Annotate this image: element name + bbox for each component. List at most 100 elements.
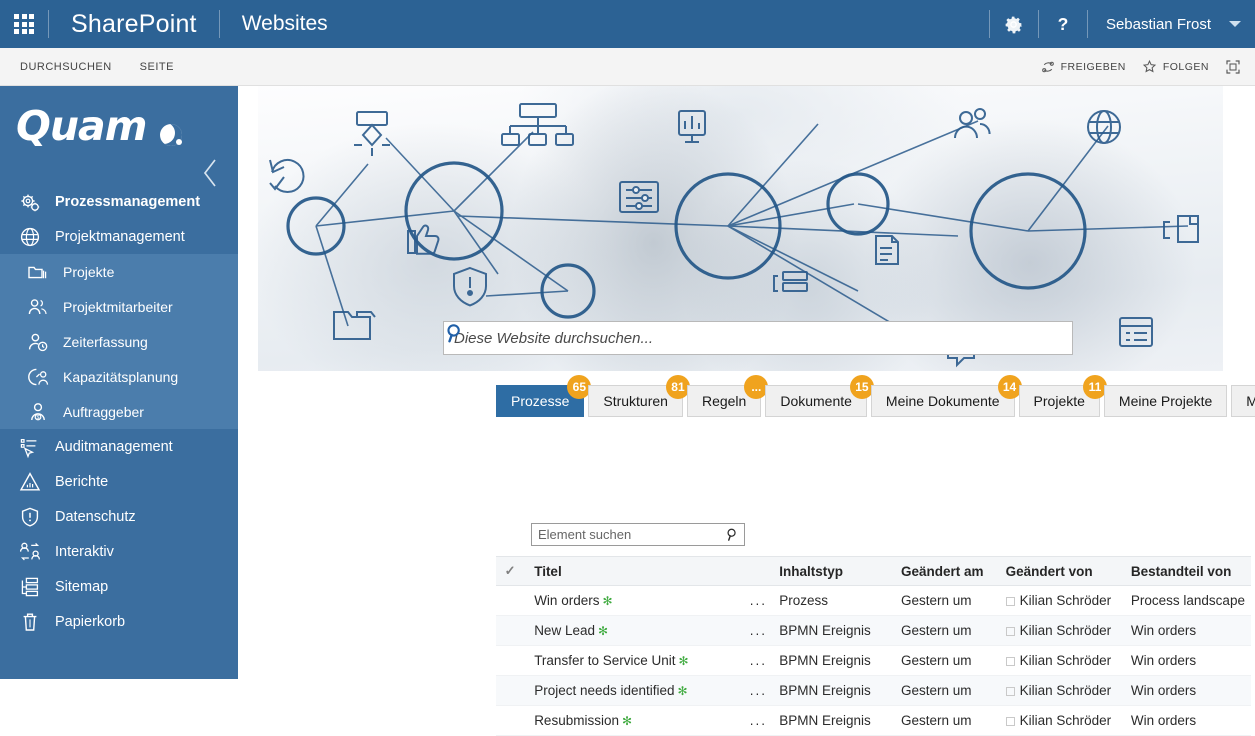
row-actions-button[interactable]: ... (743, 645, 774, 676)
sidebar-item-sitemap[interactable]: Sitemap (0, 569, 238, 604)
presence-indicator-icon (1005, 716, 1015, 726)
row-modified-by[interactable]: Kilian Schröder (1020, 653, 1112, 668)
site-search-input[interactable] (444, 322, 1034, 354)
column-header-titel[interactable]: Titel (524, 556, 744, 586)
table-row[interactable]: Transfer to Service Unit ✻... BPMN Ereigni… (496, 645, 1251, 676)
row-select-cell[interactable] (496, 645, 525, 676)
ribbon-tab-browse[interactable]: DURCHSUCHEN (6, 61, 126, 73)
follow-button[interactable]: FOLGEN (1142, 59, 1209, 74)
tab-projekte[interactable]: Projekte 11 (1018, 375, 1107, 417)
svg-text:$: $ (37, 415, 40, 421)
ribbon-tab-page[interactable]: SEITE (126, 61, 188, 73)
item-search-box[interactable] (531, 523, 745, 546)
sidebar-item-label: Papierkorb (55, 613, 126, 630)
sidebar-item-zeiterfassung[interactable]: Zeiterfassung (0, 324, 238, 359)
site-search-box[interactable] (443, 321, 1073, 355)
user-name: Sebastian Frost (1105, 15, 1211, 33)
help-button[interactable]: ? (1039, 0, 1087, 48)
site-title-link[interactable]: Websites (220, 0, 350, 48)
row-select-cell[interactable] (496, 615, 525, 646)
tab-prozesse[interactable]: Prozesse 65 (496, 375, 592, 417)
row-modified-by-cell: Kilian Schröder (999, 705, 1125, 736)
row-title-cell[interactable]: Resubmission ✻ (524, 705, 744, 736)
sidebar-item-projektmitarbeiter[interactable]: Projektmitarbeiter (0, 289, 238, 324)
row-modified-by-cell: Kilian Schröder (999, 585, 1125, 616)
row-select-cell[interactable] (496, 675, 525, 706)
row-title[interactable]: Resubmission (534, 713, 619, 728)
column-header-bestandteil-von[interactable]: Bestandteil von (1124, 556, 1251, 586)
quam-logo[interactable]: Quam (0, 86, 238, 187)
sidebar-item-auditmanagement[interactable]: Auditmanagement (0, 429, 238, 464)
row-title[interactable]: Win orders (534, 593, 599, 608)
table-row[interactable]: Win orders ✻... Prozess Gestern um Kilian Sc… (496, 585, 1251, 616)
row-part-of: Win orders (1124, 705, 1251, 736)
presence-indicator-icon (1005, 656, 1015, 666)
row-actions-button[interactable]: ... (743, 585, 774, 616)
row-actions-button[interactable]: ... (743, 675, 774, 706)
sidebar-item-label: Datenschutz (55, 508, 136, 525)
sidebar-item-label: Interaktiv (55, 543, 114, 560)
user-menu[interactable]: Sebastian Frost (1088, 0, 1255, 48)
focus-on-content-button[interactable] (1225, 59, 1241, 75)
tab-meine-dokumente[interactable]: Meine Dokumente 14 (870, 375, 1022, 417)
row-part-of: Win orders (1124, 675, 1251, 706)
row-actions-button[interactable]: ... (743, 615, 774, 646)
people-icon (28, 298, 47, 314)
sidebar-item-kapazitaetsplanung[interactable]: Kapazitätsplanung (0, 359, 238, 394)
row-modified-by[interactable]: Kilian Schröder (1020, 683, 1112, 698)
row-part-of: Process landscape (1124, 585, 1251, 616)
row-title-cell[interactable]: Project needs identified ✻ (524, 675, 744, 706)
tab-strukturen[interactable]: Strukturen 81 (588, 375, 690, 417)
sidebar-item-berichte[interactable]: Berichte (0, 464, 238, 499)
app-launcher-button[interactable] (0, 0, 48, 48)
settings-button[interactable] (990, 0, 1038, 48)
row-title[interactable]: Project needs identified (534, 683, 674, 698)
tab-dokumente[interactable]: Dokumente 15 (765, 375, 874, 417)
item-search-button[interactable] (720, 527, 744, 542)
new-item-icon: ✻ (602, 594, 613, 608)
sidebar-item-label: Auditmanagement (55, 438, 173, 455)
sidebar-item-projektmanagement[interactable]: Projektmanagement (0, 219, 238, 254)
sidebar-item-datenschutz[interactable]: Datenschutz (0, 499, 238, 534)
sidebar-item-projekte[interactable]: Projekte (0, 254, 238, 289)
row-title-cell[interactable]: Transfer to Service Unit ✻ (524, 645, 744, 676)
row-actions-button[interactable]: ... (743, 705, 774, 736)
column-header-inhaltstyp[interactable]: Inhaltstyp (773, 556, 895, 586)
table-row[interactable]: Resubmission ✻... BPMN Ereignis Gestern um K… (496, 705, 1251, 736)
site-search-button[interactable] (447, 322, 1072, 354)
row-modified-by[interactable]: Kilian Schröder (1020, 593, 1112, 608)
row-select-cell[interactable] (496, 705, 525, 736)
checkmark-icon: ✓ (504, 563, 516, 578)
share-icon (1041, 61, 1054, 72)
sidebar-item-papierkorb[interactable]: Papierkorb (0, 604, 238, 639)
sidebar-item-interaktiv[interactable]: Interaktiv (0, 534, 238, 569)
shield-alert-icon (21, 507, 39, 527)
chevron-left-icon (203, 159, 216, 187)
trash-icon (23, 613, 37, 631)
row-title-cell[interactable]: New Lead ✻ (524, 615, 744, 646)
ribbon-bar: DURCHSUCHEN SEITE FREIGEBEN FOLGEN (0, 48, 1255, 86)
select-all-column-header[interactable]: ✓ (496, 556, 525, 586)
row-title-cell[interactable]: Win orders ✻ (524, 585, 744, 616)
content-tabs: Prozesse 65 Strukturen 81 Regeln... Dokumente… (496, 375, 1255, 417)
column-header-geaendert-am[interactable]: Geändert am (895, 556, 1000, 586)
table-row[interactable]: Project needs identified ✻... BPMN Ereigni… (496, 675, 1251, 706)
table-row[interactable]: New Lead ✻... BPMN Ereignis Gestern um Kilia… (496, 615, 1251, 646)
tab-meine-projekte[interactable]: Meine Projekte (1103, 385, 1228, 417)
item-search-input[interactable] (532, 524, 720, 545)
row-title[interactable]: Transfer to Service Unit (534, 653, 675, 668)
row-modified: Gestern um (895, 705, 1000, 736)
row-select-cell[interactable] (496, 585, 525, 616)
row-modified-by[interactable]: Kilian Schröder (1020, 623, 1112, 638)
sidebar-item-label: Kapazitätsplanung (63, 368, 179, 385)
row-title[interactable]: New Lead (534, 623, 595, 638)
tab-meine-audits[interactable]: Meine Audits (1231, 385, 1255, 417)
ribbon-actions: FREIGEBEN FOLGEN (1041, 59, 1255, 75)
share-button[interactable]: FREIGEBEN (1041, 60, 1126, 74)
sidebar-item-auftraggeber[interactable]: $ Auftraggeber (0, 394, 238, 429)
column-header-geaendert-von[interactable]: Geändert von (999, 556, 1125, 586)
row-modified-by[interactable]: Kilian Schröder (1020, 713, 1112, 728)
sharepoint-brand-link[interactable]: SharePoint (49, 0, 219, 48)
tab-regeln[interactable]: Regeln... (686, 375, 769, 417)
collapse-nav-button[interactable] (200, 156, 222, 195)
